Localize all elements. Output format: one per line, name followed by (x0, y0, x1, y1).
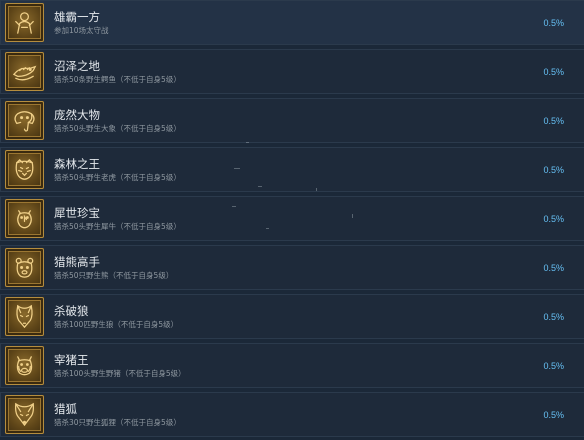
achievement-description: 猎杀50头野生老虎（不低于自身5级） (54, 172, 181, 182)
image-artifact (258, 186, 262, 187)
achievement-percent: 0.5% (543, 164, 564, 175)
tiger-icon (5, 150, 44, 189)
achievement-row[interactable]: 沼泽之地 猎杀50条野生鳄鱼（不低于自身5级） 0.5% (0, 49, 584, 94)
achievement-title: 庞然大物 (54, 107, 100, 122)
image-artifact (232, 206, 236, 207)
achievement-percent: 0.5% (543, 311, 564, 322)
image-artifact (316, 188, 317, 191)
achievement-description: 参加10场太守战 (54, 25, 109, 35)
achievement-title: 森林之王 (54, 156, 100, 171)
achievement-percent: 0.5% (543, 213, 564, 224)
achievement-percent: 0.5% (543, 360, 564, 371)
bear-icon (5, 248, 44, 287)
warrior-icon (5, 3, 44, 42)
achievement-row[interactable]: 杀破狼 猎杀100匹野生狼（不低于自身5级） 0.5% (0, 294, 584, 339)
achievement-title: 杀破狼 (54, 303, 89, 318)
rhino-icon (5, 199, 44, 238)
achievement-percent: 0.5% (543, 262, 564, 273)
achievement-title: 猎狐 (54, 401, 77, 416)
achievement-row[interactable]: 宰猪王 猎杀100头野生野猪（不低于自身5级） 0.5% (0, 343, 584, 388)
achievement-percent: 0.5% (543, 66, 564, 77)
achievement-title: 犀世珍宝 (54, 205, 100, 220)
achievement-row[interactable]: 庞然大物 猎杀50头野生大象（不低于自身5级） 0.5% (0, 98, 584, 143)
achievement-percent: 0.5% (543, 115, 564, 126)
boar-icon (5, 346, 44, 385)
achievement-row[interactable]: 犀世珍宝 猎杀50头野生犀牛（不低于自身5级） 0.5% (0, 196, 584, 241)
achievement-title: 宰猪王 (54, 352, 89, 367)
achievement-row[interactable]: 森林之王 猎杀50头野生老虎（不低于自身5级） 0.5% (0, 147, 584, 192)
achievement-row[interactable]: 雄霸一方 参加10场太守战 0.5% (0, 0, 584, 45)
achievement-description: 猎杀50只野生熊（不低于自身5级） (54, 270, 174, 280)
achievement-title: 猎熊高手 (54, 254, 100, 269)
achievement-title: 雄霸一方 (54, 9, 100, 24)
achievement-row[interactable]: 猎熊高手 猎杀50只野生熊（不低于自身5级） 0.5% (0, 245, 584, 290)
image-artifact (352, 214, 353, 218)
crocodile-icon (5, 52, 44, 91)
wolf-icon (5, 297, 44, 336)
achievement-description: 猎杀50头野生大象（不低于自身5级） (54, 123, 181, 133)
achievement-description: 猎杀50头野生犀牛（不低于自身5级） (54, 221, 181, 231)
fox-icon (5, 395, 44, 434)
achievement-percent: 0.5% (543, 17, 564, 28)
achievement-percent: 0.5% (543, 409, 564, 420)
achievement-description: 猎杀100匹野生狼（不低于自身5级） (54, 319, 179, 329)
achievement-description: 猎杀50条野生鳄鱼（不低于自身5级） (54, 74, 181, 84)
achievement-description: 猎杀100头野生野猪（不低于自身5级） (54, 368, 186, 378)
achievement-title: 沼泽之地 (54, 58, 100, 73)
image-artifact (266, 228, 269, 229)
elephant-icon (5, 101, 44, 140)
achievement-row[interactable]: 猎狐 猎杀30只野生狐狸（不低于自身5级） 0.5% (0, 392, 584, 437)
image-artifact (234, 168, 240, 169)
image-artifact (246, 142, 249, 143)
achievement-list: 雄霸一方 参加10场太守战 0.5% 沼泽之地 猎杀50条野生鳄鱼（不低于自身5… (0, 0, 584, 440)
achievement-description: 猎杀30只野生狐狸（不低于自身5级） (54, 417, 181, 427)
